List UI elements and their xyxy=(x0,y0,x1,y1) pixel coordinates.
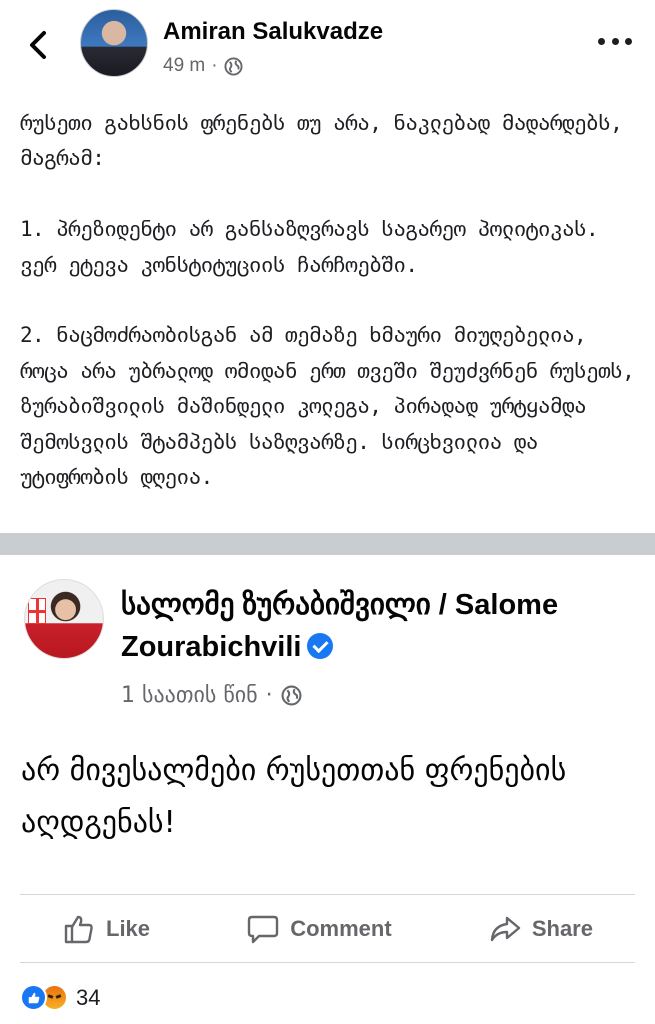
like-label: Like xyxy=(106,916,151,941)
post-header: Amiran Salukvadze 49 m · xyxy=(0,0,655,90)
divider xyxy=(20,894,635,895)
author-name[interactable]: Amiran Salukvadze xyxy=(163,18,383,46)
share-button[interactable]: Share xyxy=(446,912,635,946)
comment-button[interactable]: Comment xyxy=(204,912,433,946)
more-dots-icon[interactable] xyxy=(598,26,632,56)
reaction-count: 34 xyxy=(76,984,101,1010)
shared-meta: 1 საათის წინ · xyxy=(121,683,302,708)
post-time[interactable]: 49 m xyxy=(163,55,205,77)
globe-icon xyxy=(281,685,302,706)
section-divider xyxy=(0,533,655,555)
share-label: Share xyxy=(531,916,593,941)
comment-icon xyxy=(248,915,279,944)
shared-avatar[interactable] xyxy=(24,579,104,659)
separator: · xyxy=(265,683,273,708)
reaction-summary[interactable]: 34 xyxy=(20,984,100,1011)
shared-post-text: არ მივესალმები რუსეთთან ფრენების აღდგენა… xyxy=(21,753,567,840)
shared-author-name[interactable]: სალომე ზურაბიშვილი / Salome Zourabichvil… xyxy=(121,584,641,668)
separator: · xyxy=(211,55,218,76)
action-bar: Like Comment Share xyxy=(20,897,635,961)
verified-badge-icon xyxy=(307,633,334,659)
chevron-left-icon[interactable] xyxy=(24,28,54,62)
thumbs-up-icon xyxy=(64,915,93,944)
shared-author-label: სალომე ზურაბიშვილი / Salome Zourabichvil… xyxy=(121,589,559,663)
globe-icon xyxy=(224,56,243,76)
avatar[interactable] xyxy=(80,9,148,77)
like-reaction-icon xyxy=(20,984,47,1011)
post-text: რუსეთი გახსნის ფრენებს თუ არა, ნაკლებად … xyxy=(20,111,635,490)
post-meta: 49 m · xyxy=(163,55,243,77)
shared-time[interactable]: 1 საათის წინ xyxy=(121,683,258,708)
comment-label: Comment xyxy=(290,916,392,941)
divider xyxy=(20,962,635,963)
share-arrow-icon xyxy=(490,916,521,942)
flag-icon xyxy=(28,598,46,624)
like-button[interactable]: Like xyxy=(20,912,192,946)
